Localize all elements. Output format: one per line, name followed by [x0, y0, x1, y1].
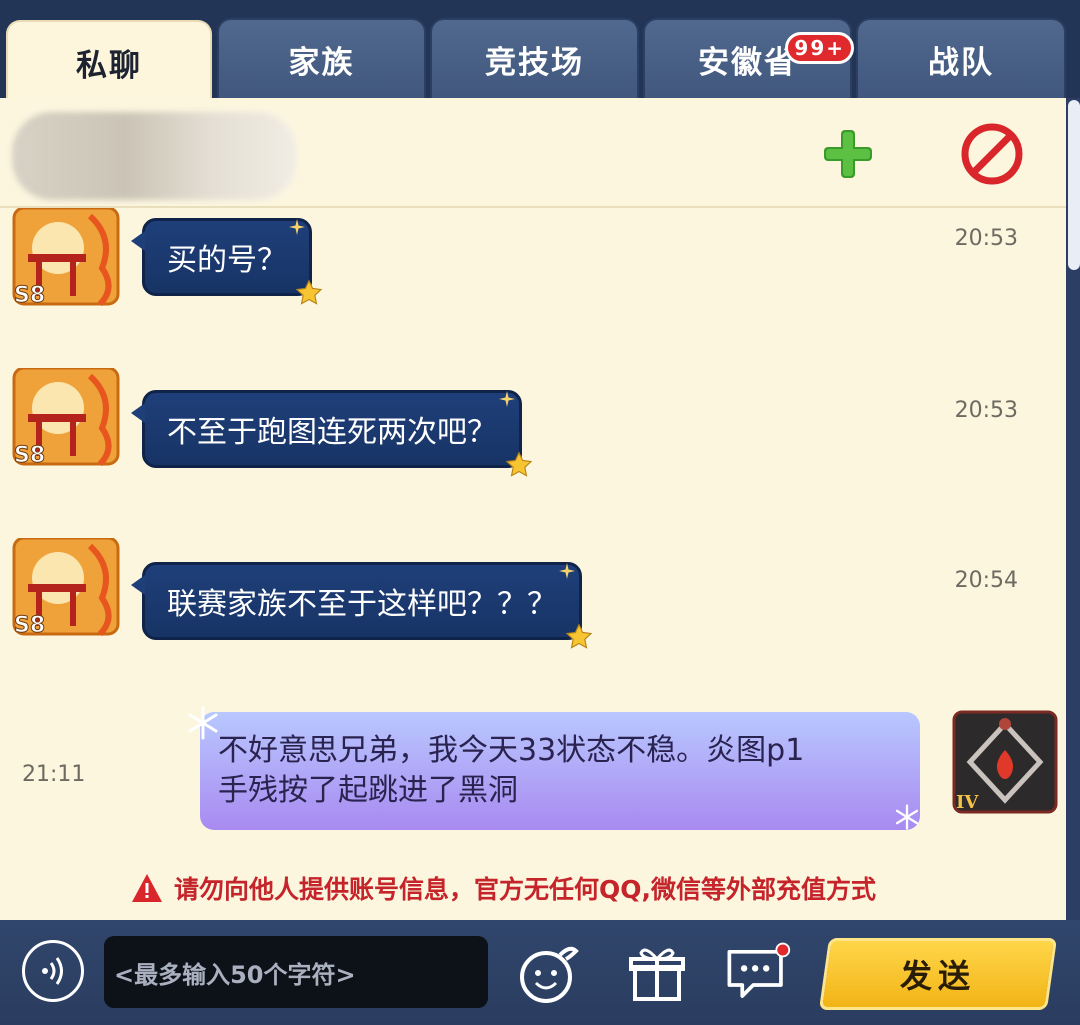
gift-icon: [629, 948, 685, 1001]
svg-text:S8: S8: [14, 283, 45, 308]
message-text: 买的号？: [167, 243, 287, 278]
tab-label: 安徽省: [698, 44, 797, 81]
more-chat-button[interactable]: [722, 940, 792, 1006]
message-bubble[interactable]: 联赛家族不至于这样吧？？？: [131, 562, 593, 649]
chat-panel[interactable]: S8 买的号？ 20:53 S8 不至于跑图连死两次吧？ 20:53 S8 联赛…: [0, 98, 1066, 920]
star-icon: [295, 279, 323, 305]
tab-team[interactable]: 战队: [856, 18, 1066, 98]
message-text-line: 不好意思兄弟，我今天33状态不稳。炎图p1: [218, 733, 805, 768]
message-row-mine: 21:11 不好意思兄弟，我今天33状态不稳。炎图p1 手残按了起跳进了黑洞 I…: [0, 706, 1066, 846]
scrollbar-thumb[interactable]: [1068, 100, 1080, 270]
add-friend-button[interactable]: [814, 120, 882, 188]
tab-label: 家族: [288, 44, 355, 81]
chat-dots-icon: [727, 942, 791, 998]
send-label: 发送: [899, 957, 976, 995]
bubble-tail: [131, 575, 145, 595]
message-text: 不至于跑图连死两次吧？: [167, 415, 497, 450]
torii-avatar-icon: S8: [12, 536, 120, 639]
message-bubble[interactable]: 不至于跑图连死两次吧？: [131, 390, 533, 477]
message-bubble[interactable]: 买的号？: [131, 218, 323, 305]
gift-button[interactable]: [622, 940, 692, 1006]
tab-family[interactable]: 家族: [217, 18, 426, 98]
avatar[interactable]: S8: [10, 206, 122, 316]
message-time: 20:54: [954, 568, 1018, 593]
message-time: 21:11: [22, 762, 86, 787]
emoji-button[interactable]: [512, 940, 582, 1006]
tab-province[interactable]: 安徽省 99+: [643, 18, 854, 98]
message-row: S8 买的号？ 20:53: [0, 206, 1066, 318]
avatar[interactable]: S8: [10, 366, 122, 476]
star-icon: [505, 451, 533, 477]
prohibit-icon: [961, 123, 1023, 185]
tab-private-chat[interactable]: 私聊: [6, 20, 212, 102]
tab-label: 战队: [928, 44, 994, 81]
torii-avatar-icon: S8: [12, 366, 120, 469]
plus-icon: [824, 130, 872, 178]
message-row: S8 不至于跑图连死两次吧？ 20:53: [0, 366, 1066, 478]
svg-text:IV: IV: [956, 792, 979, 813]
warning-icon: [132, 874, 162, 902]
voice-icon: [42, 957, 63, 985]
blurred-contact-name: [12, 112, 297, 200]
security-warning: 请勿向他人提供账号信息，官方无任何QQ,微信等外部充值方式: [130, 870, 876, 906]
message-time: 20:53: [954, 398, 1018, 423]
input-placeholder: <最多输入50个字符>: [114, 960, 356, 989]
message-bubble-mine[interactable]: 不好意思兄弟，我今天33状态不稳。炎图p1 手残按了起跳进了黑洞: [200, 712, 920, 830]
bubble-tail: [131, 403, 145, 423]
tab-bar: 私聊 家族 竞技场 安徽省 99+ 战队: [0, 0, 1080, 102]
avatar[interactable]: IV: [952, 710, 1058, 814]
fire-emblem-avatar-icon: IV: [952, 710, 1058, 814]
message-text: 联赛家族不至于这样吧？？？: [167, 587, 557, 622]
composer-bar: <最多输入50个字符> 发送: [0, 920, 1080, 1025]
snowflake-icon: [188, 706, 218, 740]
unread-badge: 99+: [785, 32, 854, 64]
emoji-icon: [520, 946, 579, 1003]
avatar[interactable]: S8: [10, 536, 122, 646]
voice-input-button[interactable]: [22, 940, 84, 1002]
block-user-button[interactable]: [958, 120, 1026, 188]
svg-text:S8: S8: [14, 613, 45, 638]
message-time: 20:53: [954, 226, 1018, 251]
conversation-header: [0, 98, 1066, 208]
star-icon: [565, 623, 593, 649]
torii-avatar-icon: S8: [12, 206, 120, 309]
message-row: S8 联赛家族不至于这样吧？？？ 20:54: [0, 536, 1066, 649]
warning-text: 请勿向他人提供账号信息，官方无任何QQ,微信等外部充值方式: [174, 875, 877, 904]
send-button[interactable]: 发送: [818, 938, 1058, 1010]
message-input[interactable]: <最多输入50个字符>: [104, 936, 488, 1008]
chat-window: 私聊 家族 竞技场 安徽省 99+ 战队 S8 买的号？ 20:53 S8 不至…: [0, 0, 1080, 1025]
sparkle-icon: [499, 391, 515, 407]
svg-text:S8: S8: [14, 443, 45, 468]
sparkle-icon: [559, 563, 575, 579]
sparkle-icon: [289, 219, 305, 235]
bubble-tail: [131, 231, 145, 251]
message-text-line: 手残按了起跳进了黑洞: [218, 773, 518, 808]
tab-label: 私聊: [76, 47, 142, 84]
snowflake-icon: [895, 804, 919, 830]
tab-label: 竞技场: [485, 44, 584, 81]
tab-arena[interactable]: 竞技场: [430, 18, 639, 98]
